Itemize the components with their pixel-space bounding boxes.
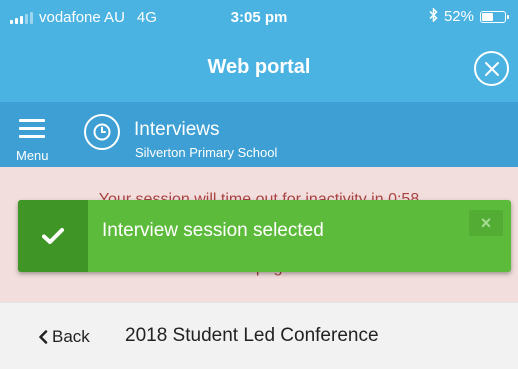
status-bar: vodafone AU 4G 3:05 pm 52% [0, 0, 518, 34]
close-button[interactable] [474, 51, 509, 86]
page-header-title: Web portal [207, 56, 311, 78]
hamburger-icon [19, 119, 45, 143]
school-name: Silverton Primary School [135, 145, 278, 160]
back-button[interactable]: Back [38, 327, 90, 347]
clock-icon [84, 114, 120, 150]
toast-close-button[interactable]: × [469, 210, 503, 236]
back-label: Back [52, 327, 90, 346]
title-bar: Web portal [0, 34, 518, 102]
menu-button[interactable]: Menu [14, 116, 58, 164]
page-title-bar: Back 2018 Student Led Conference [0, 302, 518, 369]
battery-fill [482, 12, 494, 21]
check-icon [42, 228, 64, 244]
app-screen: vodafone AU 4G 3:05 pm 52% Web portal Me… [0, 0, 518, 369]
chevron-left-icon [39, 330, 48, 344]
menu-label: Menu [16, 148, 49, 163]
battery-percent: 52% [443, 8, 474, 25]
toast-message: Interview session selected [102, 220, 324, 241]
battery-icon [480, 10, 509, 23]
close-icon [484, 61, 499, 76]
nav-bar: Menu Interviews Silverton Primary School [0, 102, 518, 167]
section-title: Interviews [134, 119, 220, 140]
page-title: 2018 Student Led Conference [125, 325, 379, 346]
bluetooth-icon [429, 7, 438, 25]
status-right: 52% [429, 7, 509, 25]
check-icon-box [18, 200, 88, 272]
success-toast: Interview session selected × [18, 200, 511, 272]
